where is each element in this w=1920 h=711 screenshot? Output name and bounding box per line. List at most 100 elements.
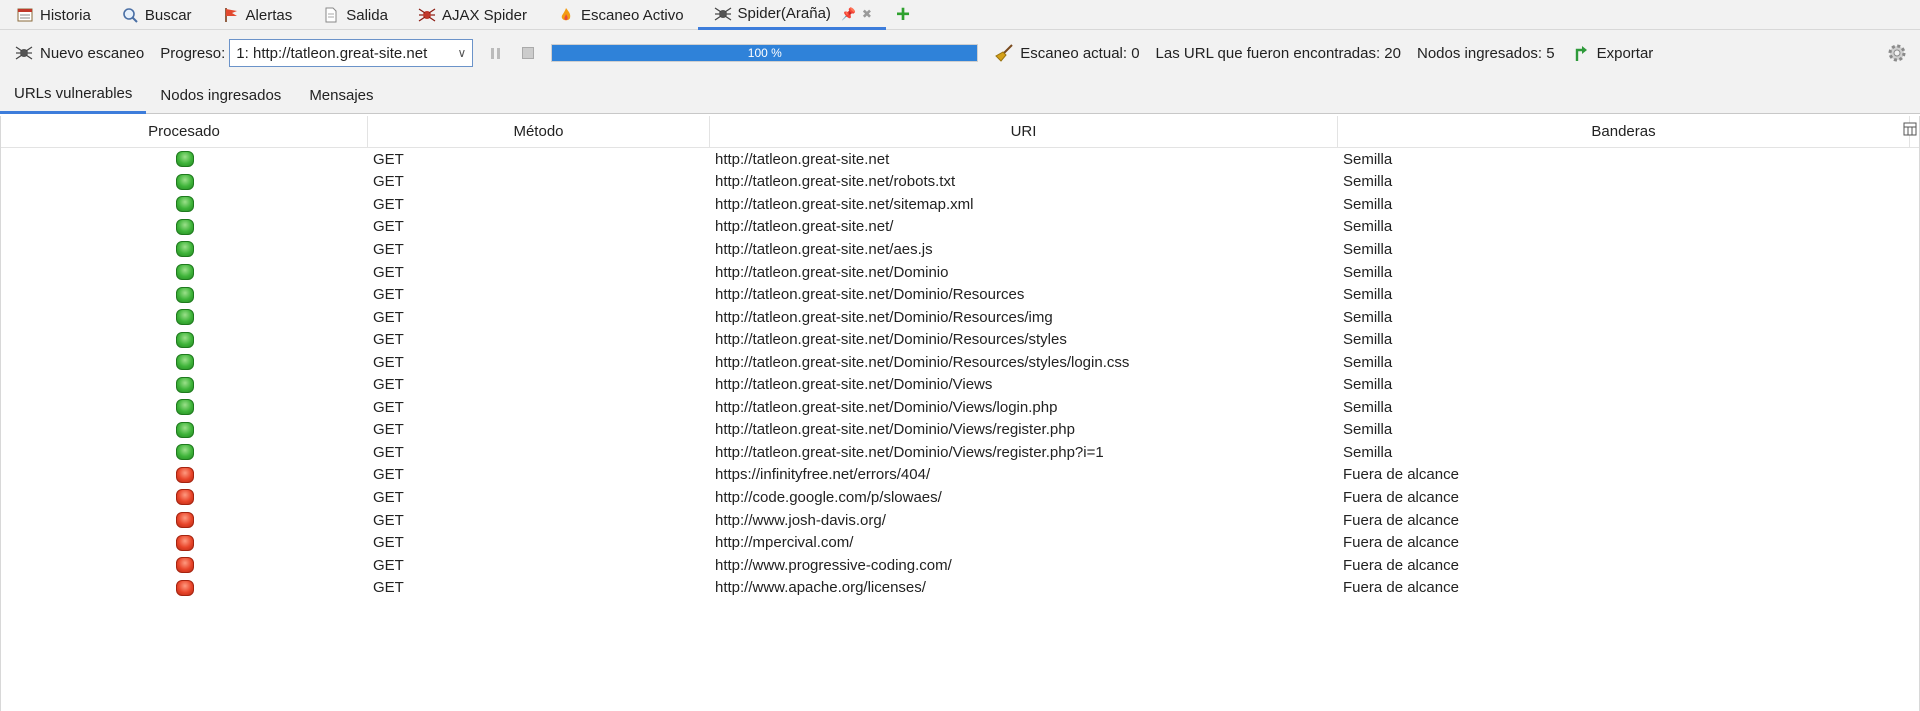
stop-button[interactable]	[519, 44, 537, 62]
table-header: Procesado Método URI Banderas	[1, 116, 1919, 148]
tab-ajax-spider[interactable]: AJAX Spider	[402, 0, 541, 30]
processed-cell	[1, 489, 368, 506]
alerts-flag-icon	[222, 6, 240, 24]
flag-cell: Semilla	[1343, 286, 1393, 304]
table-row[interactable]: GET http://www.apache.org/licenses/Fuera …	[1, 576, 1919, 599]
tab-label: Escaneo Activo	[580, 6, 684, 24]
table-row[interactable]: GET https://infinityfree.net/errors/404/F…	[1, 464, 1919, 487]
results-subtabs: URLs vulnerables Nodos ingresados Mensaj…	[0, 76, 1920, 114]
method-cell: GET	[373, 173, 404, 191]
spider-icon	[14, 43, 34, 63]
tab-buscar[interactable]: Buscar	[105, 0, 206, 30]
spider-icon	[714, 5, 732, 23]
progress-select-value: 1: http://tatleon.great-site.net	[236, 44, 428, 62]
table-row[interactable]: GET http://www.progressive-coding.com/Fue…	[1, 554, 1919, 577]
close-icon[interactable]: ✖	[862, 7, 872, 21]
processed-cell	[1, 466, 368, 483]
uri-cell: http://code.google.com/p/slowaes/	[715, 488, 942, 506]
table-row[interactable]: GET http://tatleon.great-site.net Semilla	[1, 148, 1919, 171]
processed-cell	[1, 512, 368, 529]
export-button[interactable]: Exportar	[1571, 43, 1653, 63]
flag-cell: Semilla	[1343, 218, 1393, 236]
method-cell: GET	[373, 150, 404, 168]
uri-cell: http://tatleon.great-site.net/Dominio/Re…	[715, 308, 1053, 326]
tab-label: Spider(Araña)	[737, 5, 831, 22]
tab-escaneo-activo[interactable]: Escaneo Activo	[541, 0, 698, 30]
out-of-scope-icon	[175, 489, 194, 506]
processed-cell	[1, 444, 368, 461]
nodes-added-text: Nodos ingresados: 5	[1417, 44, 1555, 62]
table-row[interactable]: GET http://tatleon.great-site.net/robots.…	[1, 171, 1919, 194]
tab-alertas[interactable]: Alertas	[206, 0, 307, 30]
processed-ok-icon	[175, 196, 194, 213]
processed-ok-icon	[175, 421, 194, 438]
active-scan-flame-icon	[557, 6, 575, 24]
method-cell: GET	[373, 579, 404, 597]
processed-cell	[1, 399, 368, 416]
table-row[interactable]: GET http://tatleon.great-site.net/Semilla	[1, 216, 1919, 239]
new-scan-label: Nuevo escaneo	[40, 44, 145, 62]
table-row[interactable]: GET http://tatleon.great-site.net/Dominio…	[1, 306, 1919, 329]
method-cell: GET	[373, 466, 404, 484]
table-row[interactable]: GET http://tatleon.great-site.net/Dominio…	[1, 419, 1919, 442]
processed-ok-icon	[175, 264, 194, 280]
flag-cell: Semilla	[1343, 331, 1393, 349]
method-cell: GET	[373, 511, 404, 529]
tab-mensajes[interactable]: Mensajes	[295, 76, 387, 114]
uri-cell: http://tatleon.great-site.net/Dominio/Vi…	[715, 376, 993, 394]
processed-cell	[1, 264, 368, 280]
table-body: GET http://tatleon.great-site.net Semilla G…	[1, 148, 1919, 599]
progress-bar: 100 %	[551, 44, 979, 62]
table-row[interactable]: GET http://mpercival.com/Fuera de alcance	[1, 531, 1919, 554]
progress-group: Progreso: 1: http://tatleon.great-site.n…	[160, 39, 474, 67]
tab-nodos-ingresados[interactable]: Nodos ingresados	[146, 76, 295, 114]
plus-icon: +	[895, 1, 910, 28]
header-uri[interactable]: URI	[710, 116, 1338, 147]
table-row[interactable]: GET http://tatleon.great-site.net/Dominio…	[1, 351, 1919, 374]
uri-cell: http://mpercival.com/	[715, 534, 854, 552]
method-cell: GET	[373, 421, 404, 439]
method-cell: GET	[373, 308, 404, 326]
tab-salida[interactable]: Salida	[306, 0, 402, 30]
export-icon	[1571, 43, 1591, 63]
header-procesado[interactable]: Procesado	[1, 116, 368, 147]
tab-urls-vulnerables[interactable]: URLs vulnerables	[0, 76, 147, 114]
flag-cell: Fuera de alcance	[1343, 534, 1459, 552]
progress-select[interactable]: 1: http://tatleon.great-site.net ∨	[229, 39, 474, 67]
flag-cell: Fuera de alcance	[1343, 488, 1459, 506]
uri-cell: http://tatleon.great-site.net/Dominio/Re…	[715, 331, 1067, 349]
table-row[interactable]: GET http://tatleon.great-site.net/aes.js S…	[1, 238, 1919, 261]
table-row[interactable]: GET http://tatleon.great-site.net/Dominio…	[1, 328, 1919, 351]
nodes-added-status: Nodos ingresados: 5	[1417, 45, 1555, 62]
table-row[interactable]: GET http://tatleon.great-site.net/Dominio…	[1, 283, 1919, 306]
out-of-scope-icon	[175, 557, 194, 574]
method-cell: GET	[373, 240, 404, 258]
table-row[interactable]: GET http://tatleon.great-site.net/sitemap…	[1, 193, 1919, 216]
tab-historia[interactable]: Historia	[0, 0, 105, 30]
processed-ok-icon	[175, 354, 194, 371]
table-row[interactable]: GET http://code.google.com/p/slowaes/Fuer…	[1, 486, 1919, 509]
pin-icon[interactable]: 📌	[841, 7, 856, 21]
column-chooser-icon[interactable]	[1903, 122, 1917, 136]
flag-cell: Semilla	[1343, 263, 1393, 281]
tab-label: Historia	[40, 6, 91, 24]
add-tab-button[interactable]: +	[886, 0, 920, 30]
header-metodo[interactable]: Método	[368, 116, 710, 147]
gear-icon[interactable]	[1886, 42, 1908, 64]
method-cell: GET	[373, 398, 404, 416]
processed-ok-icon	[175, 173, 194, 190]
flag-cell: Fuera de alcance	[1343, 511, 1459, 529]
table-row[interactable]: GET http://tatleon.great-site.net/Dominio…	[1, 373, 1919, 396]
header-banderas[interactable]: Banderas	[1338, 116, 1910, 147]
out-of-scope-icon	[175, 466, 194, 483]
progress-label: Progreso:	[160, 44, 226, 62]
new-scan-button[interactable]: Nuevo escaneo	[14, 43, 144, 63]
table-row[interactable]: GET http://tatleon.great-site.net/Dominio…	[1, 441, 1919, 464]
processed-ok-icon	[175, 309, 194, 326]
table-row[interactable]: GET http://tatleon.great-site.net/Dominio…	[1, 261, 1919, 284]
table-row[interactable]: GET http://www.josh-davis.org/Fuera de al…	[1, 509, 1919, 532]
tab-spider[interactable]: Spider(Araña) 📌 ✖	[697, 0, 886, 30]
pause-button[interactable]	[487, 44, 505, 62]
processed-ok-icon	[175, 218, 194, 235]
table-row[interactable]: GET http://tatleon.great-site.net/Dominio…	[1, 396, 1919, 419]
